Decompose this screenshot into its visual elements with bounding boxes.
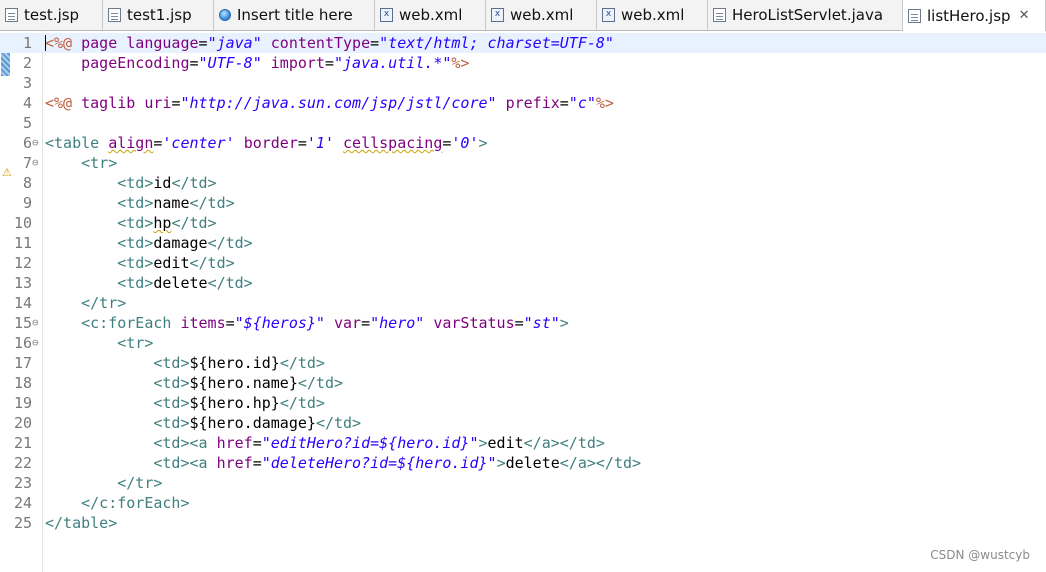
tab-herolistservlet-java[interactable]: HeroListServlet.java <box>708 0 903 30</box>
jsp-file-icon <box>908 8 921 23</box>
code-line[interactable]: 3 <box>0 73 1046 93</box>
editor-tab-bar: test.jsp test1.jsp Insert title here x we… <box>0 0 1046 31</box>
code-line[interactable]: 23 </tr> <box>0 473 1046 493</box>
code-line[interactable]: 18 <td>${hero.name}</td> <box>0 373 1046 393</box>
code-line[interactable]: 24 </c:forEach> <box>0 493 1046 513</box>
code-line[interactable]: 14 </tr> <box>0 293 1046 313</box>
code-line[interactable]: 9 <td>name</td> <box>0 193 1046 213</box>
tab-label: web.xml <box>399 6 463 24</box>
tab-label: web.xml <box>510 6 574 24</box>
fold-toggle-icon[interactable]: ⊖ <box>32 153 39 173</box>
code-line[interactable]: 21 <td><a href="editHero?id=${hero.id}">… <box>0 433 1046 453</box>
code-line[interactable]: 5 <box>0 113 1046 133</box>
code-line[interactable]: 13 <td>delete</td> <box>0 273 1046 293</box>
fold-toggle-icon[interactable]: ⊖ <box>32 313 39 333</box>
code-line[interactable]: 11 <td>damage</td> <box>0 233 1046 253</box>
code-line[interactable]: 4 <%@ taglib uri="http://java.sun.com/jsp… <box>0 93 1046 113</box>
tab-label: test1.jsp <box>127 6 192 24</box>
tab-label: test.jsp <box>24 6 80 24</box>
code-line[interactable]: 25 </table> <box>0 513 1046 533</box>
tab-label: HeroListServlet.java <box>732 6 884 24</box>
code-line[interactable]: 15 ⊖ <c:forEach items="${heros}" var="her… <box>0 313 1046 333</box>
tab-web-xml-3[interactable]: x web.xml <box>597 0 708 30</box>
code-line[interactable]: 12 <td>edit</td> <box>0 253 1046 273</box>
code-line[interactable]: 16 ⊖ <tr> <box>0 333 1046 353</box>
tab-web-xml-2[interactable]: x web.xml <box>486 0 597 30</box>
text-cursor <box>45 35 46 51</box>
fold-toggle-icon[interactable]: ⊖ <box>32 133 39 153</box>
tab-label: listHero.jsp <box>927 6 1011 25</box>
code-line[interactable]: 1 <%@ page language="java" contentType="t… <box>0 33 1046 53</box>
xml-file-icon: x <box>380 8 393 22</box>
java-file-icon <box>713 8 726 22</box>
tab-test1-jsp[interactable]: test1.jsp <box>103 0 214 30</box>
globe-icon <box>219 9 231 21</box>
xml-file-icon: x <box>491 8 504 22</box>
watermark: CSDN @wustcyb <box>930 548 1030 562</box>
code-line[interactable]: 2 pageEncoding="UTF-8" import="java.util… <box>0 53 1046 73</box>
jsp-file-icon <box>5 8 18 22</box>
tab-web-xml-1[interactable]: x web.xml <box>375 0 486 30</box>
code-line[interactable]: 19 <td>${hero.hp}</td> <box>0 393 1046 413</box>
tab-listhero-jsp[interactable]: listHero.jsp ✕ <box>903 0 1046 31</box>
code-lines: 1 <%@ page language="java" contentType="t… <box>0 33 1046 533</box>
code-line[interactable]: 22 <td><a href="deleteHero?id=${hero.id}… <box>0 453 1046 473</box>
code-editor[interactable]: ⚠ 1 <%@ page language="java" contentType=… <box>0 31 1046 572</box>
tab-test-jsp[interactable]: test.jsp <box>0 0 103 30</box>
code-line[interactable]: 17 <td>${hero.id}</td> <box>0 353 1046 373</box>
xml-file-icon: x <box>602 8 615 22</box>
tab-insert-title-here[interactable]: Insert title here <box>214 0 375 30</box>
fold-toggle-icon[interactable]: ⊖ <box>32 333 39 353</box>
code-line[interactable]: 20 <td>${hero.damage}</td> <box>0 413 1046 433</box>
tab-label: web.xml <box>621 6 685 24</box>
code-line[interactable]: 8 <td>id</td> <box>0 173 1046 193</box>
close-icon[interactable]: ✕ <box>1019 8 1030 23</box>
code-line[interactable]: 6 ⊖ <table align='center' border='1' cells… <box>0 133 1046 153</box>
jsp-file-icon <box>108 8 121 22</box>
tab-label: Insert title here <box>237 6 353 24</box>
code-line[interactable]: 10 <td>hp</td> <box>0 213 1046 233</box>
code-line[interactable]: 7 ⊖ <tr> <box>0 153 1046 173</box>
